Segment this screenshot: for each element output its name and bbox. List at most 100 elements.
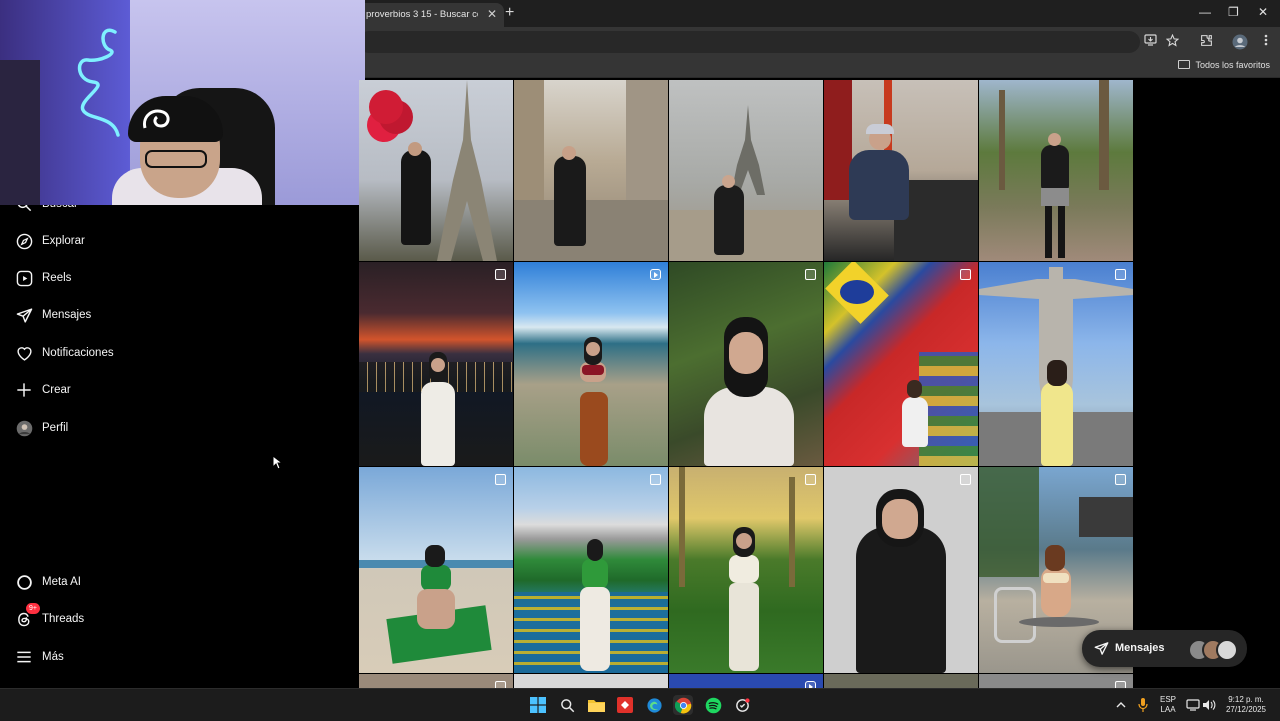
all-bookmarks-folder[interactable]: Todos los favoritos — [1178, 60, 1270, 70]
sidebar-item-label: Perfil — [42, 422, 69, 434]
avatar — [1216, 639, 1238, 661]
post-tile[interactable] — [669, 674, 823, 688]
clock[interactable]: 9:12 p. m. 27/12/2025 — [1220, 695, 1272, 715]
windows-start-icon[interactable] — [528, 695, 548, 715]
post-tile[interactable] — [359, 467, 513, 673]
carousel-icon — [805, 474, 816, 485]
restore-button[interactable]: ❐ — [1228, 5, 1239, 19]
folder-icon — [1178, 60, 1191, 69]
sidebar-item-mas[interactable]: Más — [14, 645, 64, 669]
menu-icon — [14, 647, 34, 667]
post-tile[interactable] — [824, 80, 978, 261]
bookmark-star-icon[interactable] — [1164, 33, 1180, 50]
browser-tab[interactable]: proverbios 3 15 - Buscar con Google ✕ — [356, 3, 504, 27]
chrome-icon[interactable] — [673, 695, 693, 715]
sidebar-item-notificaciones[interactable]: Notificaciones — [14, 341, 114, 365]
post-tile[interactable] — [514, 80, 668, 261]
meta-ai-icon — [14, 572, 34, 592]
app-notification-icon[interactable] — [732, 695, 752, 715]
carousel-icon — [960, 269, 971, 280]
sidebar-item-label: Notificaciones — [42, 347, 114, 359]
anydesk-icon[interactable] — [615, 695, 635, 715]
clock-date: 27/12/2025 — [1225, 705, 1267, 714]
heart-icon — [14, 343, 34, 363]
language-label: ESP — [1159, 695, 1176, 704]
threads-badge: 9+ — [26, 603, 40, 614]
extensions-icon[interactable] — [1198, 34, 1214, 50]
carousel-icon — [805, 269, 816, 280]
sidebar-item-mensajes[interactable]: Mensajes — [14, 303, 91, 327]
carousel-icon — [650, 474, 661, 485]
window-close-button[interactable]: ✕ — [1258, 5, 1268, 19]
reel-icon — [650, 269, 661, 280]
address-bar[interactable] — [358, 31, 1140, 53]
post-tile[interactable] — [824, 467, 978, 673]
sidebar-item-label: Meta AI — [42, 576, 81, 588]
sidebar-item-label: Más — [42, 651, 64, 663]
reel-icon — [805, 681, 816, 688]
edge-icon[interactable] — [644, 695, 664, 715]
file-explorer-icon[interactable] — [586, 695, 606, 715]
webcam-glasses — [145, 150, 207, 168]
taskbar-search-icon[interactable] — [557, 695, 577, 715]
post-tile[interactable] — [669, 262, 823, 466]
avatar-icon — [14, 418, 34, 438]
cap-logo-icon — [143, 109, 170, 129]
post-tile[interactable] — [514, 262, 668, 466]
post-tile[interactable] — [359, 262, 513, 466]
send-icon — [1094, 642, 1109, 655]
sidebar-item-perfil[interactable]: Perfil — [14, 416, 68, 440]
microphone-icon[interactable] — [1133, 695, 1153, 715]
install-app-icon[interactable] — [1142, 34, 1158, 50]
post-tile[interactable] — [359, 674, 513, 688]
sidebar-item-label: Explorar — [42, 235, 85, 247]
mouse-cursor-icon — [272, 455, 282, 470]
volume-icon[interactable] — [1199, 695, 1219, 715]
sidebar-item-explorar[interactable]: Explorar — [14, 229, 85, 253]
sidebar-item-reels[interactable]: Reels — [14, 266, 71, 290]
plus-icon — [14, 380, 34, 400]
sidebar-item-label: Reels — [42, 272, 72, 284]
keyboard-layout-label: LAA — [1160, 705, 1176, 714]
all-bookmarks-label: Todos los favoritos — [1195, 60, 1270, 70]
carousel-icon — [1115, 474, 1126, 485]
spotify-icon[interactable] — [703, 695, 723, 715]
post-tile[interactable] — [824, 262, 978, 466]
new-tab-button[interactable]: + — [505, 4, 514, 22]
tab-close-icon[interactable]: ✕ — [487, 7, 497, 21]
post-tile[interactable] — [979, 80, 1133, 261]
minimize-button[interactable]: — — [1199, 5, 1211, 19]
more-menu-icon[interactable] — [1258, 34, 1274, 50]
reels-icon — [14, 268, 34, 288]
sidebar-item-crear[interactable]: Crear — [14, 378, 71, 402]
carousel-icon — [495, 681, 506, 688]
post-tile[interactable] — [669, 467, 823, 673]
carousel-icon — [495, 269, 506, 280]
sidebar-item-label: Threads — [42, 613, 85, 625]
post-tile[interactable] — [824, 674, 978, 688]
sidebar-item-meta-ai[interactable]: Meta AI — [14, 570, 81, 594]
messages-pill[interactable]: Mensajes — [1082, 630, 1247, 667]
threads-icon: 9+ — [14, 603, 40, 629]
carousel-icon — [495, 474, 506, 485]
sidebar-item-threads[interactable]: 9+ Threads — [14, 603, 85, 631]
send-icon — [14, 305, 34, 325]
post-tile[interactable] — [669, 80, 823, 261]
post-tile[interactable] — [979, 262, 1133, 466]
language-indicator[interactable]: ESP LAA — [1156, 695, 1180, 715]
webcam-shelf — [0, 60, 40, 205]
sidebar-item-label: Crear — [42, 384, 71, 396]
profile-avatar-icon[interactable] — [1232, 34, 1248, 50]
post-tile[interactable] — [514, 674, 668, 688]
neon-sign-icon — [77, 28, 120, 137]
post-tile[interactable] — [514, 467, 668, 673]
tab-title: proverbios 3 15 - Buscar con Google — [366, 9, 478, 20]
carousel-icon — [960, 474, 971, 485]
messages-pill-label: Mensajes — [1115, 642, 1165, 654]
compass-icon — [14, 231, 34, 251]
explore-grid — [359, 80, 1134, 688]
post-tile[interactable] — [979, 674, 1133, 688]
post-tile[interactable] — [359, 80, 513, 261]
clock-time: 9:12 p. m. — [1228, 695, 1264, 704]
tray-chevron-up-icon[interactable] — [1111, 695, 1131, 715]
